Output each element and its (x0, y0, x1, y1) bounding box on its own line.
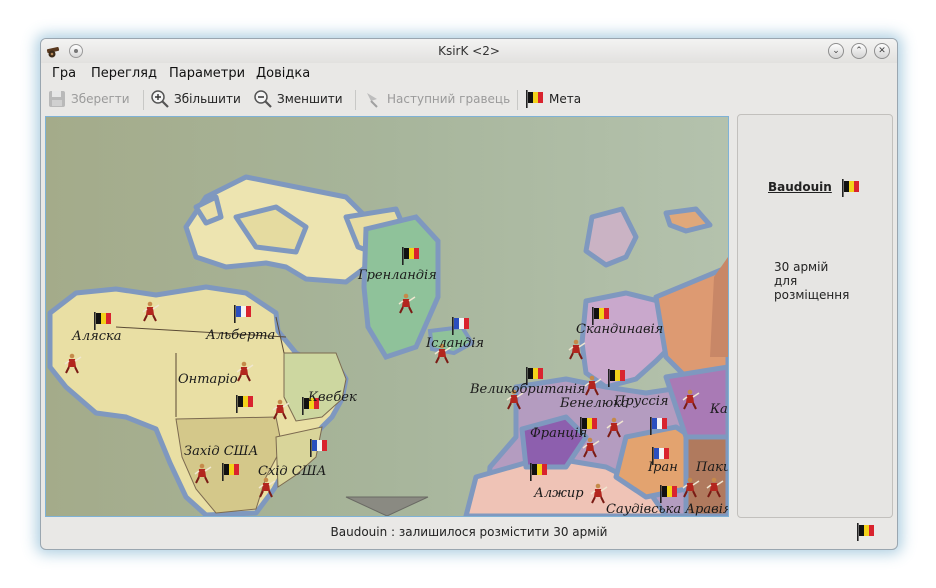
window-title: KsirK <2> (438, 44, 500, 58)
label-kazakhstan: Казахстан (709, 402, 728, 417)
label-alberta: Альберта (205, 328, 275, 343)
label-pakistan: Пакистан (695, 460, 728, 475)
game-map[interactable]: Аляска Альберта Онтаріо Квебек Захід США… (45, 116, 729, 517)
label-east-usa: Схід США (258, 464, 326, 479)
next-player-label: Наступний гравець (387, 92, 511, 106)
zoom-in-icon (151, 90, 169, 108)
label-prussia: Пруссія (613, 394, 669, 409)
menu-view[interactable]: Перегляд (91, 66, 157, 81)
label-france: Франція (530, 426, 587, 441)
menu-settings[interactable]: Параметри (169, 66, 245, 81)
belgian-flag-icon (842, 179, 859, 197)
minimize-button[interactable]: ⌄ (828, 43, 844, 59)
label-ontario: Онтаріо (178, 372, 238, 387)
close-button[interactable]: ✕ (874, 43, 890, 59)
player-name: Baudouin (768, 180, 832, 194)
armies-count: 30 армій (774, 260, 829, 274)
label-iceland: Ісландія (425, 336, 484, 351)
zoom-out-button[interactable]: Зменшити (253, 88, 343, 110)
armies-for: для (774, 274, 798, 288)
main-window: KsirK <2> ⌄ ⌃ ✕ Гра Перегляд Параметри Д… (40, 38, 898, 550)
player-panel: Baudouin 30 армій для розміщення (737, 114, 893, 518)
goal-label: Мета (549, 92, 582, 106)
next-player-button[interactable]: Наступний гравець (363, 88, 510, 110)
toolbar: Зберегти Збільшити Зменшити Наступний гр… (41, 85, 897, 113)
label-great-britain: Великобританія (469, 382, 586, 397)
label-algeria: Алжир (533, 486, 584, 501)
label-scandinavia: Скандинавія (576, 322, 663, 337)
zoom-out-label: Зменшити (277, 92, 343, 106)
label-saudi-arabia: Саудівська Аравія (606, 502, 728, 516)
label-iran: Іран (647, 460, 678, 475)
armies-to-place: 30 армій для розміщення (774, 260, 884, 302)
maximize-button[interactable]: ⌃ (851, 43, 867, 59)
goal-button[interactable]: Мета (525, 88, 581, 110)
belgian-flag-icon (526, 90, 543, 108)
belgian-flag-icon (857, 523, 874, 541)
title-bar: KsirK <2> ⌄ ⌃ ✕ (41, 39, 897, 63)
save-button[interactable]: Зберегти (47, 88, 130, 110)
floppy-icon (49, 91, 65, 107)
menu-help[interactable]: Довідка (256, 66, 310, 81)
label-west-usa: Захід США (184, 444, 258, 459)
label-alaska: Аляска (71, 329, 122, 344)
zoom-in-button[interactable]: Збільшити (150, 88, 241, 110)
menu-bar: Гра Перегляд Параметри Довідка (41, 63, 897, 85)
toolbar-separator (143, 90, 144, 110)
label-quebec: Квебек (307, 390, 357, 405)
save-label: Зберегти (71, 92, 130, 106)
status-message: Baudouin : залишилося розмістити 30 армі… (330, 525, 608, 539)
label-greenland: Гренландія (357, 268, 437, 283)
armies-placement: розміщення (774, 288, 850, 302)
toolbar-separator (355, 90, 356, 110)
zoom-in-label: Збільшити (174, 92, 241, 106)
toolbar-separator (517, 90, 518, 110)
status-bar: Baudouin : залишилося розмістити 30 армі… (41, 517, 897, 547)
zoom-out-icon (254, 90, 272, 108)
menu-game[interactable]: Гра (52, 66, 76, 81)
next-player-icon (367, 93, 378, 108)
